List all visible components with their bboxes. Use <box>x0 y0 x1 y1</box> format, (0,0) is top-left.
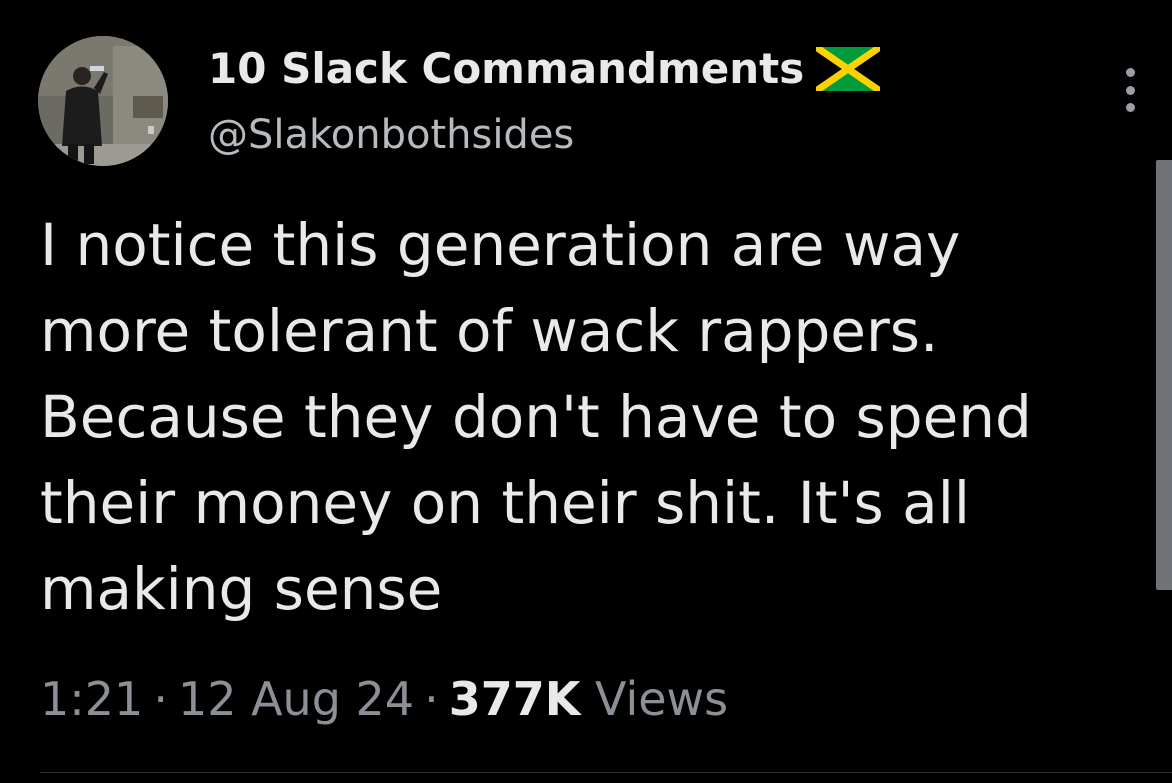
tweet-text-line: Because they don't have to spend <box>40 383 1032 451</box>
tweet-text-line: I notice this generation are way <box>40 211 961 279</box>
tweet-header: 10 Slack Commandments @Slakonbothsides <box>38 36 1138 171</box>
tweet-text: I notice this generation are way more to… <box>40 202 1100 632</box>
tweet-time[interactable]: 1:21 <box>40 672 143 726</box>
meta-separator: · <box>424 672 439 726</box>
tweet-text-line: more tolerant of wack rappers. <box>40 297 939 365</box>
tweet-meta: 1:21 · 12 Aug 24 · 377K Views <box>40 672 728 726</box>
more-dot <box>1125 103 1135 112</box>
avatar-photo <box>38 36 168 166</box>
views-label[interactable]: Views <box>595 672 728 726</box>
divider <box>40 772 1172 773</box>
tweet-text-line: their money on their shit. It's all <box>40 469 970 537</box>
tweet-date[interactable]: 12 Aug 24 <box>178 672 414 726</box>
more-dot <box>1125 68 1135 77</box>
jamaica-flag-icon <box>814 43 883 94</box>
avatar[interactable] <box>38 36 168 166</box>
more-options-icon[interactable] <box>1122 68 1138 112</box>
meta-separator: · <box>153 672 168 726</box>
author-name-row[interactable]: 10 Slack Commandments <box>208 43 883 94</box>
views-count[interactable]: 377K <box>449 672 581 726</box>
author-handle[interactable]: @Slakonbothsides <box>208 112 574 158</box>
scrollbar[interactable] <box>1156 160 1172 590</box>
more-dot <box>1125 85 1135 95</box>
author-display-name[interactable]: 10 Slack Commandments <box>208 44 804 93</box>
tweet-text-line: making sense <box>40 555 443 623</box>
